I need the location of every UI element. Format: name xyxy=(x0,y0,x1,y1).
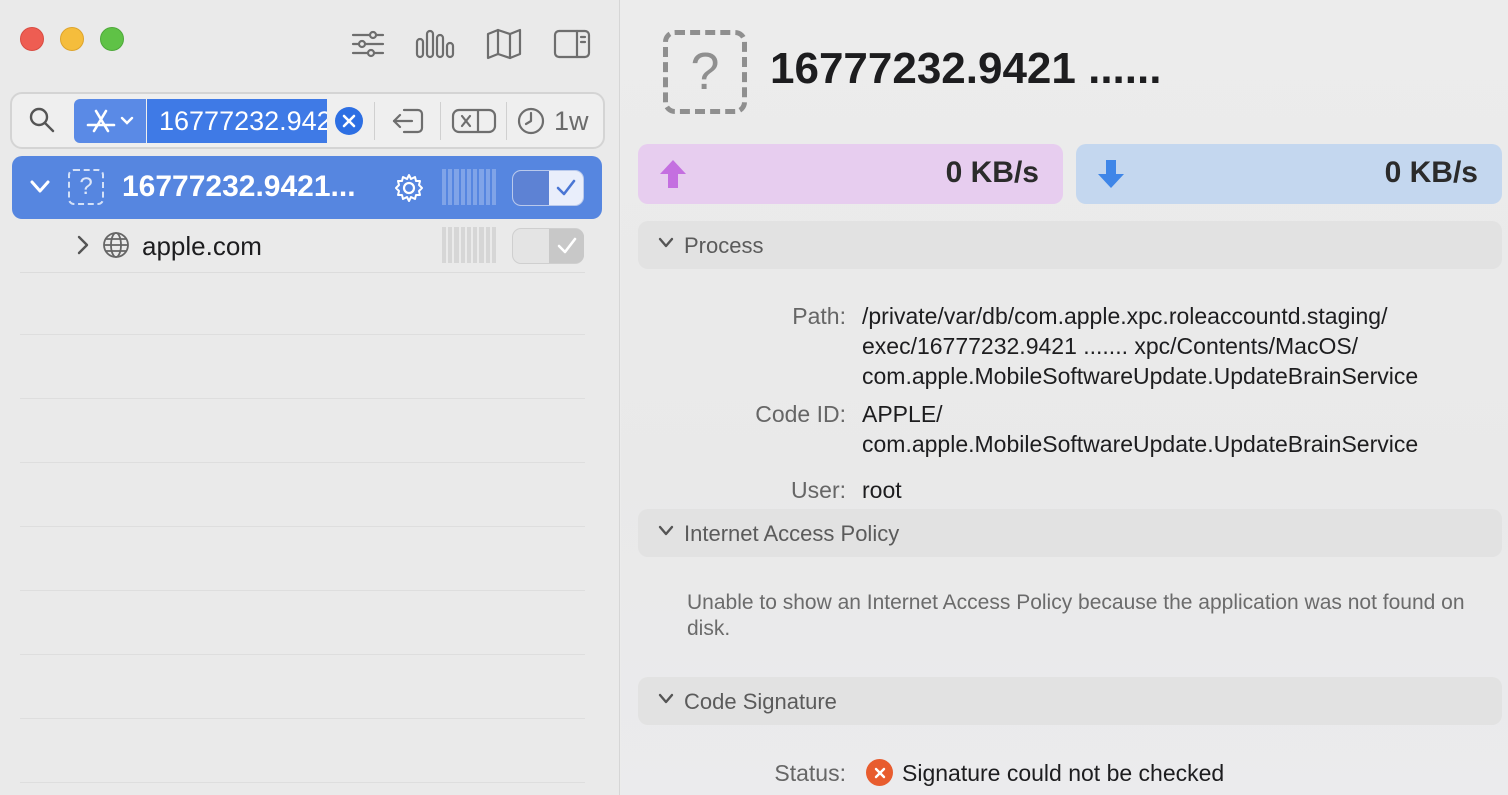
blocked-icon xyxy=(451,108,497,134)
direction-filter-button[interactable] xyxy=(388,100,428,142)
allow-toggle[interactable] xyxy=(512,170,584,206)
signature-status: Signature could not be checked xyxy=(902,760,1225,786)
separator xyxy=(440,102,441,140)
arrow-up-icon xyxy=(660,160,686,188)
chevron-down-icon xyxy=(120,116,134,125)
download-rate-box: 0 KB/s xyxy=(1076,144,1502,204)
host-name: apple.com xyxy=(142,231,262,261)
chevron-down-icon xyxy=(658,237,674,248)
path-line: com.apple.MobileSoftwareUpdate.UpdateBra… xyxy=(862,363,1419,389)
app-store-icon xyxy=(86,109,116,133)
error-icon xyxy=(866,759,893,786)
zoom-window-button[interactable] xyxy=(100,27,124,51)
map-icon[interactable] xyxy=(484,26,524,62)
search-input[interactable]: 16777232.942 xyxy=(147,99,327,143)
policy-section-header[interactable]: Internet Access Policy xyxy=(638,509,1502,557)
time-range-label: 1w xyxy=(554,105,589,136)
divider xyxy=(20,526,585,527)
upload-rate-box: 0 KB/s xyxy=(638,144,1063,204)
code-id-line: APPLE/ xyxy=(862,401,943,427)
status-label: Status: xyxy=(774,760,846,786)
divider xyxy=(20,654,585,655)
separator xyxy=(374,102,375,140)
path-label: Path: xyxy=(792,303,846,329)
chevron-down-icon[interactable] xyxy=(30,180,50,194)
unknown-app-icon: ? xyxy=(663,30,747,114)
divider xyxy=(20,462,585,463)
unknown-app-icon: ? xyxy=(68,169,104,205)
user-value: root xyxy=(862,477,902,503)
traffic-meter xyxy=(442,169,496,205)
divider xyxy=(20,718,585,719)
section-title: Code Signature xyxy=(684,689,837,714)
code-id-line: com.apple.MobileSoftwareUpdate.UpdateBra… xyxy=(862,431,1419,457)
divider xyxy=(20,334,585,335)
time-range-button[interactable]: 1w xyxy=(516,100,596,142)
divider xyxy=(20,782,585,783)
close-window-button[interactable] xyxy=(20,27,44,51)
process-section-header[interactable]: Process xyxy=(638,221,1502,269)
divider xyxy=(20,590,585,591)
process-row[interactable]: ? 16777232.9421... xyxy=(12,156,602,219)
incoming-connection-icon xyxy=(392,108,424,134)
minimize-window-button[interactable] xyxy=(60,27,84,51)
app-filter-menu[interactable] xyxy=(74,99,146,143)
chevron-right-icon[interactable] xyxy=(76,235,90,255)
filter-settings-icon[interactable] xyxy=(348,26,388,62)
clear-search-button[interactable] xyxy=(335,107,363,135)
chevron-down-icon xyxy=(658,693,674,704)
upload-rate: 0 KB/s xyxy=(945,156,1039,189)
path-line: /private/var/db/com.apple.xpc.roleaccoun… xyxy=(862,303,1388,329)
globe-icon xyxy=(103,232,129,258)
denied-filter-button[interactable] xyxy=(449,100,499,142)
statistics-icon[interactable] xyxy=(415,26,455,62)
search-icon xyxy=(28,106,56,139)
divider xyxy=(20,398,585,399)
section-title: Process xyxy=(684,233,764,258)
code-id-label: Code ID: xyxy=(755,401,846,427)
user-label: User: xyxy=(791,477,846,503)
filter-bar: 16777232.942 1w xyxy=(10,92,605,149)
sidebar: 16777232.942 1w ? 16777232.9421... apple… xyxy=(0,0,620,795)
arrow-down-icon xyxy=(1098,160,1124,188)
close-icon xyxy=(342,114,356,128)
toggle-inspector-icon[interactable] xyxy=(552,26,592,62)
host-row[interactable]: apple.com xyxy=(20,217,585,273)
allow-toggle[interactable] xyxy=(512,228,584,264)
process-title: 16777232.9421 ...... xyxy=(770,44,1162,93)
checkmark-icon xyxy=(557,237,577,254)
traffic-meter xyxy=(442,227,496,263)
process-name: 16777232.9421... xyxy=(122,170,356,203)
separator xyxy=(506,102,507,140)
path-line: exec/16777232.9421 ....... xpc/Contents/… xyxy=(862,333,1359,359)
chevron-down-icon xyxy=(658,525,674,536)
signature-section-header[interactable]: Code Signature xyxy=(638,677,1502,725)
clock-icon xyxy=(517,107,545,135)
gear-icon[interactable] xyxy=(394,173,424,203)
checkmark-icon xyxy=(556,179,576,196)
inspector-panel: ? 16777232.9421 ...... 0 KB/s 0 KB/s Pro… xyxy=(621,0,1508,795)
download-rate: 0 KB/s xyxy=(1384,156,1478,189)
section-title: Internet Access Policy xyxy=(684,521,900,546)
policy-message: Unable to show an Internet Access Policy… xyxy=(687,591,1465,640)
